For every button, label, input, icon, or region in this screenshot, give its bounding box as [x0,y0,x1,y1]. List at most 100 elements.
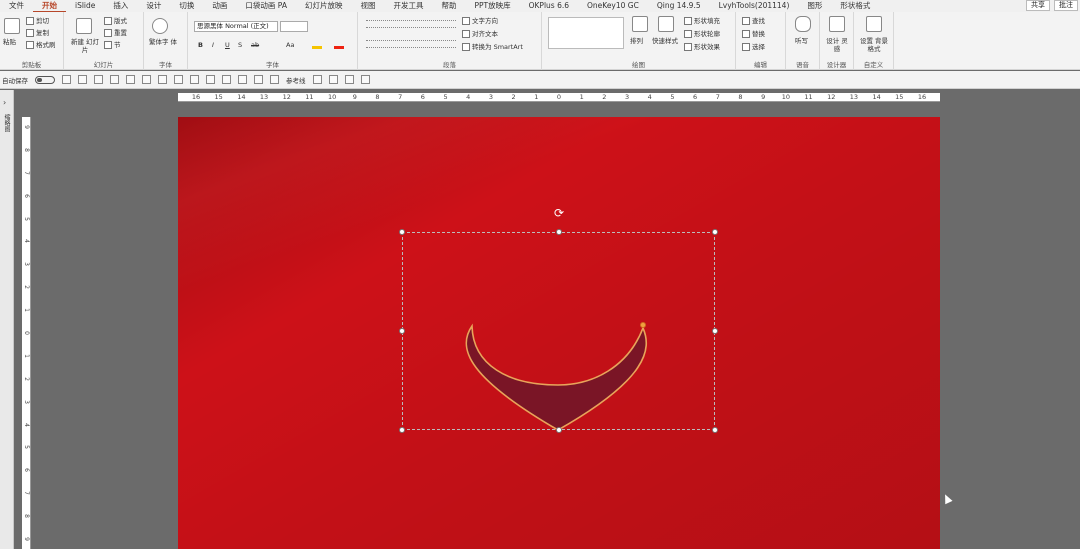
resize-handle-top[interactable] [556,229,562,235]
underline-icon[interactable]: U [225,41,230,49]
bold-icon[interactable]: B [198,41,203,49]
adjustment-handle[interactable] [640,322,646,328]
tab-0[interactable]: 文件 [0,0,33,12]
layout-button[interactable]: 版式 [104,17,127,25]
tab-8[interactable]: 幻灯片放映 [296,0,352,12]
resize-handle-bottom-right[interactable] [712,427,718,433]
save-icon[interactable] [62,75,71,84]
shape-gallery-icon[interactable] [548,17,624,49]
crop-icon[interactable] [254,75,263,84]
hruler-tick: 13 [259,93,269,101]
tab-17[interactable]: 图形 [798,0,831,12]
tab-6[interactable]: 动画 [203,0,236,12]
arrange-icon[interactable] [632,16,648,32]
tab-2[interactable]: iSlide [66,0,104,12]
merge-shapes-icon[interactable] [174,75,183,84]
shape-outline-button[interactable]: 形状轮廓 [684,30,720,38]
designer-icon[interactable] [829,16,845,32]
more-icon[interactable] [360,75,370,84]
replace-button[interactable]: 替换 [742,30,765,38]
smartart-button[interactable]: 转换为 SmartArt [462,43,523,51]
tab-15[interactable]: Qing 14.9.5 [648,0,710,12]
resize-handle-top-right[interactable] [712,229,718,235]
reset-button[interactable]: 重置 [104,29,127,37]
arrange-button[interactable]: 排列 [630,37,643,45]
tab-4[interactable]: 设计 [137,0,170,12]
text-direction-button[interactable]: 文字方向 [462,17,498,25]
list-buttons[interactable] [366,20,456,28]
eyedropper-icon[interactable] [206,75,215,84]
resize-handle-bottom[interactable] [556,427,562,433]
tab-14[interactable]: OneKey10 GC [578,0,648,12]
rotate-tool-icon[interactable] [222,75,231,84]
resize-handle-top-left[interactable] [399,229,405,235]
tab-13[interactable]: OKPlus 6.6 [520,0,578,12]
tab-18[interactable]: 形状格式 [831,0,879,12]
strike-button[interactable]: ab [251,41,259,49]
select-button[interactable]: 选择 [742,43,765,51]
case-button[interactable]: Aa [286,41,294,49]
tab-1[interactable]: 开始 [33,0,66,12]
chinese-convert-button[interactable]: 繁体字 体 [148,38,178,46]
paste-button[interactable]: 粘贴 [3,38,16,46]
find-button[interactable]: 查找 [742,17,765,25]
checkbox-icon[interactable] [270,75,279,84]
align-icon[interactable] [126,75,135,84]
reference-line-label[interactable]: 参考线 [286,75,306,85]
align-buttons[interactable] [366,40,456,48]
resize-handle-left[interactable] [399,328,405,334]
highlight-icon[interactable] [312,39,322,49]
picture-icon[interactable] [328,75,338,84]
italic-icon[interactable]: I [212,41,214,49]
chinese-convert-icon[interactable] [152,18,168,34]
shape-effects-button[interactable]: 形状效果 [684,43,720,51]
tab-16[interactable]: LvyhTools(201114) [710,0,799,12]
font-name-select[interactable]: 思源黑体 Normal (正文) [194,21,278,32]
start-slideshow-icon[interactable] [110,75,119,84]
resize-handle-right[interactable] [712,328,718,334]
tab-11[interactable]: 帮助 [432,0,465,12]
fill-icon[interactable] [190,75,199,84]
rotate-icon[interactable]: ⟳ [554,207,564,219]
autosave-toggle[interactable] [35,75,55,84]
format-icon[interactable] [312,75,322,84]
grid-icon[interactable] [238,75,247,84]
shape-effects-label: 形状效果 [694,43,720,51]
dictate-button[interactable]: 听写 [795,37,808,45]
section-button[interactable]: 节 [104,41,121,49]
background-format-button[interactable]: 设置 背景格式 [857,37,891,53]
font-size-select[interactable] [280,21,308,32]
share-button[interactable]: 共享 [1026,0,1050,11]
resize-handle-bottom-left[interactable] [399,427,405,433]
new-slide-button[interactable]: 新建 幻灯片 [70,38,100,54]
shape-fill-button[interactable]: 形状填充 [684,17,720,25]
background-icon[interactable] [866,16,882,32]
group-icon[interactable] [158,75,167,84]
tab-9[interactable]: 视图 [351,0,384,12]
redo-icon[interactable] [94,75,103,84]
replace-icon [742,30,750,38]
distribute-icon[interactable] [142,75,151,84]
tab-10[interactable]: 开发工具 [384,0,432,12]
align-text-button[interactable]: 对齐文本 [462,30,498,38]
undo-icon[interactable] [78,75,87,84]
tab-3[interactable]: 插入 [104,0,137,12]
font-color-icon[interactable] [334,39,344,49]
design-ideas-button[interactable]: 设计 灵感 [825,37,849,53]
quick-styles-icon[interactable] [658,16,674,32]
copy-button[interactable]: 复制 [26,29,49,37]
new-slide-icon[interactable] [76,18,92,34]
tab-12[interactable]: PPT放映库 [465,0,519,12]
cut-button[interactable]: 剪切 [26,17,49,25]
format-painter-button[interactable]: 格式刷 [26,41,56,49]
text-box-icon[interactable] [344,75,354,84]
tab-5[interactable]: 切换 [170,0,203,12]
expand-pane-icon[interactable]: › [3,98,6,107]
tab-7[interactable]: 口袋动画 PA [236,0,296,12]
quick-styles-button[interactable]: 快速样式 [652,37,678,45]
shadow-button[interactable]: S [238,41,242,49]
comment-button[interactable]: 批注 [1054,0,1078,11]
microphone-icon[interactable] [795,16,811,32]
thumbnail-pane[interactable]: › 缩略图 [0,90,14,549]
paste-icon[interactable] [4,18,20,34]
